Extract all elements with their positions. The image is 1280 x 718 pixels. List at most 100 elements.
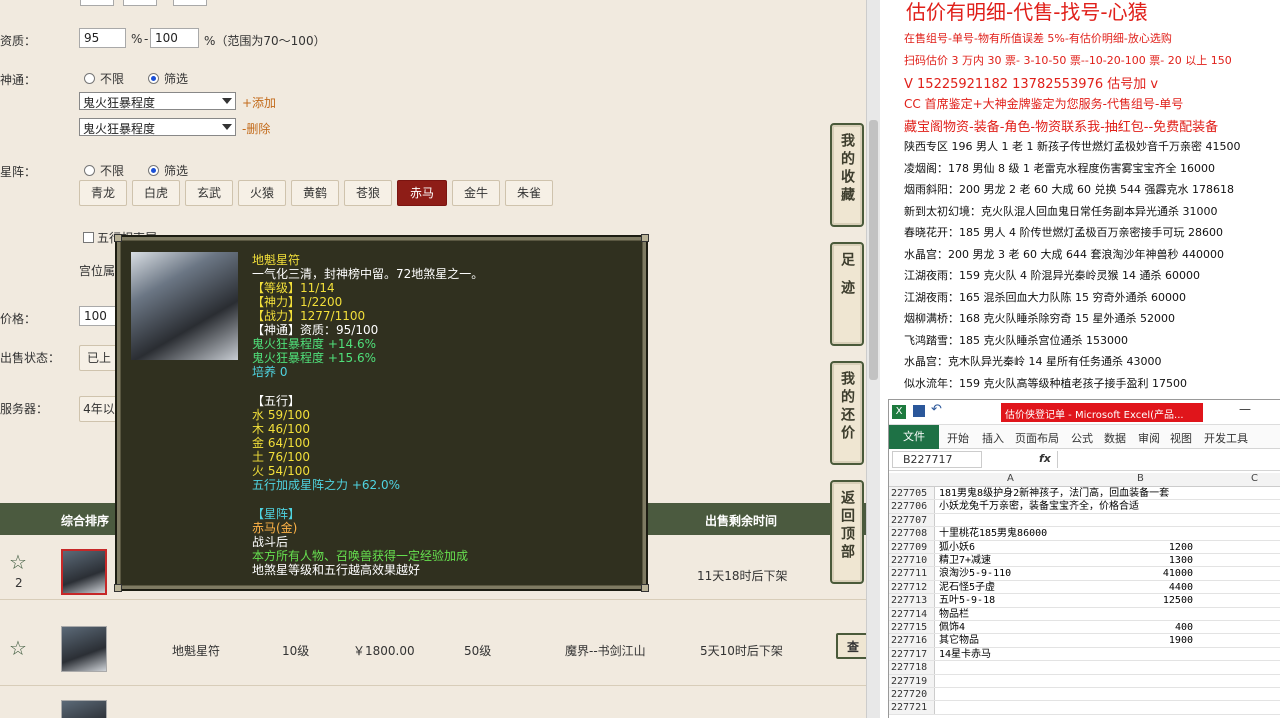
my-counteroffer-tab[interactable]: 我的还价 — [830, 361, 864, 465]
star-radio-filter[interactable]: 筛选 — [148, 162, 188, 179]
item-thumbnail[interactable] — [61, 626, 107, 672]
aptitude-min-input[interactable]: 95 — [79, 28, 126, 48]
ribbon-tab-view[interactable]: 视图 — [1170, 430, 1192, 446]
formula-input[interactable] — [1057, 451, 1279, 468]
view-button[interactable]: 查 — [836, 633, 866, 659]
cell-b[interactable]: 12500 — [1163, 594, 1193, 607]
row-number[interactable]: 227713 — [889, 594, 935, 607]
cell-b[interactable]: 400 — [1175, 621, 1193, 634]
spreadsheet-row[interactable]: 227705 181男鬼8级护身2新神孩子，法门高，回血装备一套 — [889, 487, 1280, 501]
row-number[interactable]: 227710 — [889, 554, 935, 567]
spreadsheet-row[interactable]: 227710 精卫7+减速 1300 — [889, 554, 1280, 568]
cell-a[interactable]: 泥石怪5子虚 — [939, 581, 995, 594]
item-thumbnail[interactable] — [61, 549, 107, 595]
item-name[interactable]: 地魁星符 — [172, 642, 220, 659]
ribbon-tab-review[interactable]: 审阅 — [1138, 430, 1160, 446]
skill-radio-filter[interactable]: 筛选 — [148, 70, 188, 87]
skill-radio-unlimited[interactable]: 不限 — [84, 70, 124, 87]
cell-b[interactable]: 4400 — [1169, 581, 1193, 594]
server-button[interactable]: 4年以 — [79, 396, 119, 422]
column-a-header[interactable]: A — [1007, 473, 1014, 484]
footprint-tab[interactable]: 足迹 — [830, 242, 864, 346]
spreadsheet-row[interactable]: 227706 小妖龙兔千万亲密，装备宝宝齐全，价格合适 — [889, 500, 1280, 514]
row-number[interactable]: 227709 — [889, 540, 935, 553]
cell-a[interactable]: 佩饰4 — [939, 621, 965, 634]
sort-header[interactable]: 综合排序 — [61, 512, 109, 529]
ribbon-tab-data[interactable]: 数据 — [1104, 430, 1126, 446]
skill-select-2[interactable]: 鬼火狂暴程度 — [79, 118, 236, 136]
cell-b[interactable]: 41000 — [1163, 567, 1193, 580]
star-btn-jinniu[interactable]: 金牛 — [452, 180, 500, 206]
back-to-top-tab[interactable]: 返回顶部 — [830, 480, 864, 584]
star-btn-huanghe[interactable]: 黄鹤 — [291, 180, 339, 206]
spreadsheet-row[interactable]: 227714 物品栏 — [889, 607, 1280, 621]
ribbon-tab-insert[interactable]: 插入 — [982, 430, 1004, 446]
my-favorites-tab[interactable]: 我的收藏 — [830, 123, 864, 227]
ribbon-tab-file[interactable]: 文件 — [889, 425, 939, 449]
page-scrollbar[interactable] — [866, 0, 880, 718]
row-number[interactable]: 227719 — [889, 674, 935, 687]
cell-a[interactable]: 181男鬼8级护身2新神孩子，法门高，回血装备一套 — [939, 487, 1169, 500]
ribbon-tab-developer[interactable]: 开发工具 — [1204, 430, 1248, 446]
scrollbar-thumb[interactable] — [869, 120, 878, 380]
star-btn-baihu[interactable]: 白虎 — [132, 180, 180, 206]
column-b-header[interactable]: B — [1137, 473, 1144, 484]
star-btn-huoyuan[interactable]: 火猿 — [238, 180, 286, 206]
favorite-star-icon[interactable]: ☆ — [9, 636, 27, 660]
row-number[interactable]: 227706 — [889, 500, 935, 513]
spreadsheet-row[interactable]: 227712 泥石怪5子虚 4400 — [889, 580, 1280, 595]
spreadsheet-row[interactable]: 227719 — [889, 674, 1280, 688]
top-input-2[interactable] — [123, 0, 157, 6]
star-radio-unlimited[interactable]: 不限 — [84, 162, 124, 179]
row-number[interactable]: 227720 — [889, 688, 935, 701]
minimize-icon[interactable]: — — [1239, 402, 1251, 416]
row-number[interactable]: 227712 — [889, 580, 935, 594]
row-number[interactable]: 227717 — [889, 647, 935, 661]
spreadsheet-row[interactable]: 227715 佩饰4 400 — [889, 621, 1280, 635]
cell-a[interactable]: 小妖龙兔千万亲密，装备宝宝齐全，价格合适 — [939, 500, 1139, 513]
spreadsheet-row[interactable]: 227717 14星卡赤马 — [889, 647, 1280, 662]
ribbon-tab-formulas[interactable]: 公式 — [1071, 430, 1093, 446]
ribbon-tab-layout[interactable]: 页面布局 — [1015, 430, 1059, 446]
cell-b[interactable]: 1200 — [1169, 541, 1193, 554]
sale-status-button[interactable]: 已上 — [79, 345, 119, 371]
spreadsheet-row[interactable]: 227721 — [889, 701, 1280, 715]
top-input-1[interactable] — [80, 0, 114, 6]
cell-b[interactable]: 1900 — [1169, 634, 1193, 647]
skill-select-1[interactable]: 鬼火狂暴程度 — [79, 92, 236, 110]
star-btn-qinglong[interactable]: 青龙 — [79, 180, 127, 206]
spreadsheet-row[interactable]: 227720 — [889, 688, 1280, 702]
spreadsheet-row[interactable]: 227707 — [889, 513, 1280, 528]
row-number[interactable]: 227721 — [889, 701, 935, 714]
spreadsheet-row[interactable]: 227709 狐小妖6 1200 — [889, 540, 1280, 554]
cell-a[interactable]: 狐小妖6 — [939, 541, 975, 554]
row-number[interactable]: 227711 — [889, 567, 935, 580]
ribbon-tab-home[interactable]: 开始 — [947, 430, 969, 446]
aptitude-max-input[interactable]: 100 — [150, 28, 199, 48]
name-box[interactable]: B227717 — [892, 451, 982, 468]
star-btn-zhuque[interactable]: 朱雀 — [505, 180, 553, 206]
row-number[interactable]: 227714 — [889, 607, 935, 620]
spreadsheet-row[interactable]: 227718 — [889, 661, 1280, 675]
save-icon[interactable] — [913, 405, 925, 417]
row-number[interactable]: 227718 — [889, 661, 935, 674]
top-input-3[interactable] — [173, 0, 207, 6]
cell-a[interactable]: 十里桃花185男鬼86000 — [939, 527, 1047, 540]
row-number[interactable]: 227707 — [889, 513, 935, 527]
cell-a[interactable]: 精卫7+减速 — [939, 554, 991, 567]
cell-a[interactable]: 五叶5-9-18 — [939, 594, 995, 607]
cell-a[interactable]: 14星卡赤马 — [939, 648, 991, 661]
favorite-star-icon[interactable]: ☆ — [9, 550, 27, 574]
row-number[interactable]: 227705 — [889, 487, 935, 500]
star-btn-xuanwu[interactable]: 玄武 — [185, 180, 233, 206]
spreadsheet-row[interactable]: 227713 五叶5-9-18 12500 — [889, 594, 1280, 608]
cell-b[interactable]: 1300 — [1169, 554, 1193, 567]
cell-a[interactable]: 物品栏 — [939, 608, 969, 621]
star-btn-chima[interactable]: 赤马 — [397, 180, 447, 206]
spreadsheet-row[interactable]: 227708 十里桃花185男鬼86000 — [889, 527, 1280, 541]
spreadsheet-row[interactable]: 227716 其它物品 1900 — [889, 634, 1280, 648]
fx-icon[interactable]: fx — [1039, 452, 1051, 465]
delete-skill-link[interactable]: -删除 — [242, 120, 270, 137]
price-min-input[interactable]: 100 — [79, 306, 119, 326]
cell-a[interactable]: 浪淘沙5-9-110 — [939, 567, 1011, 580]
